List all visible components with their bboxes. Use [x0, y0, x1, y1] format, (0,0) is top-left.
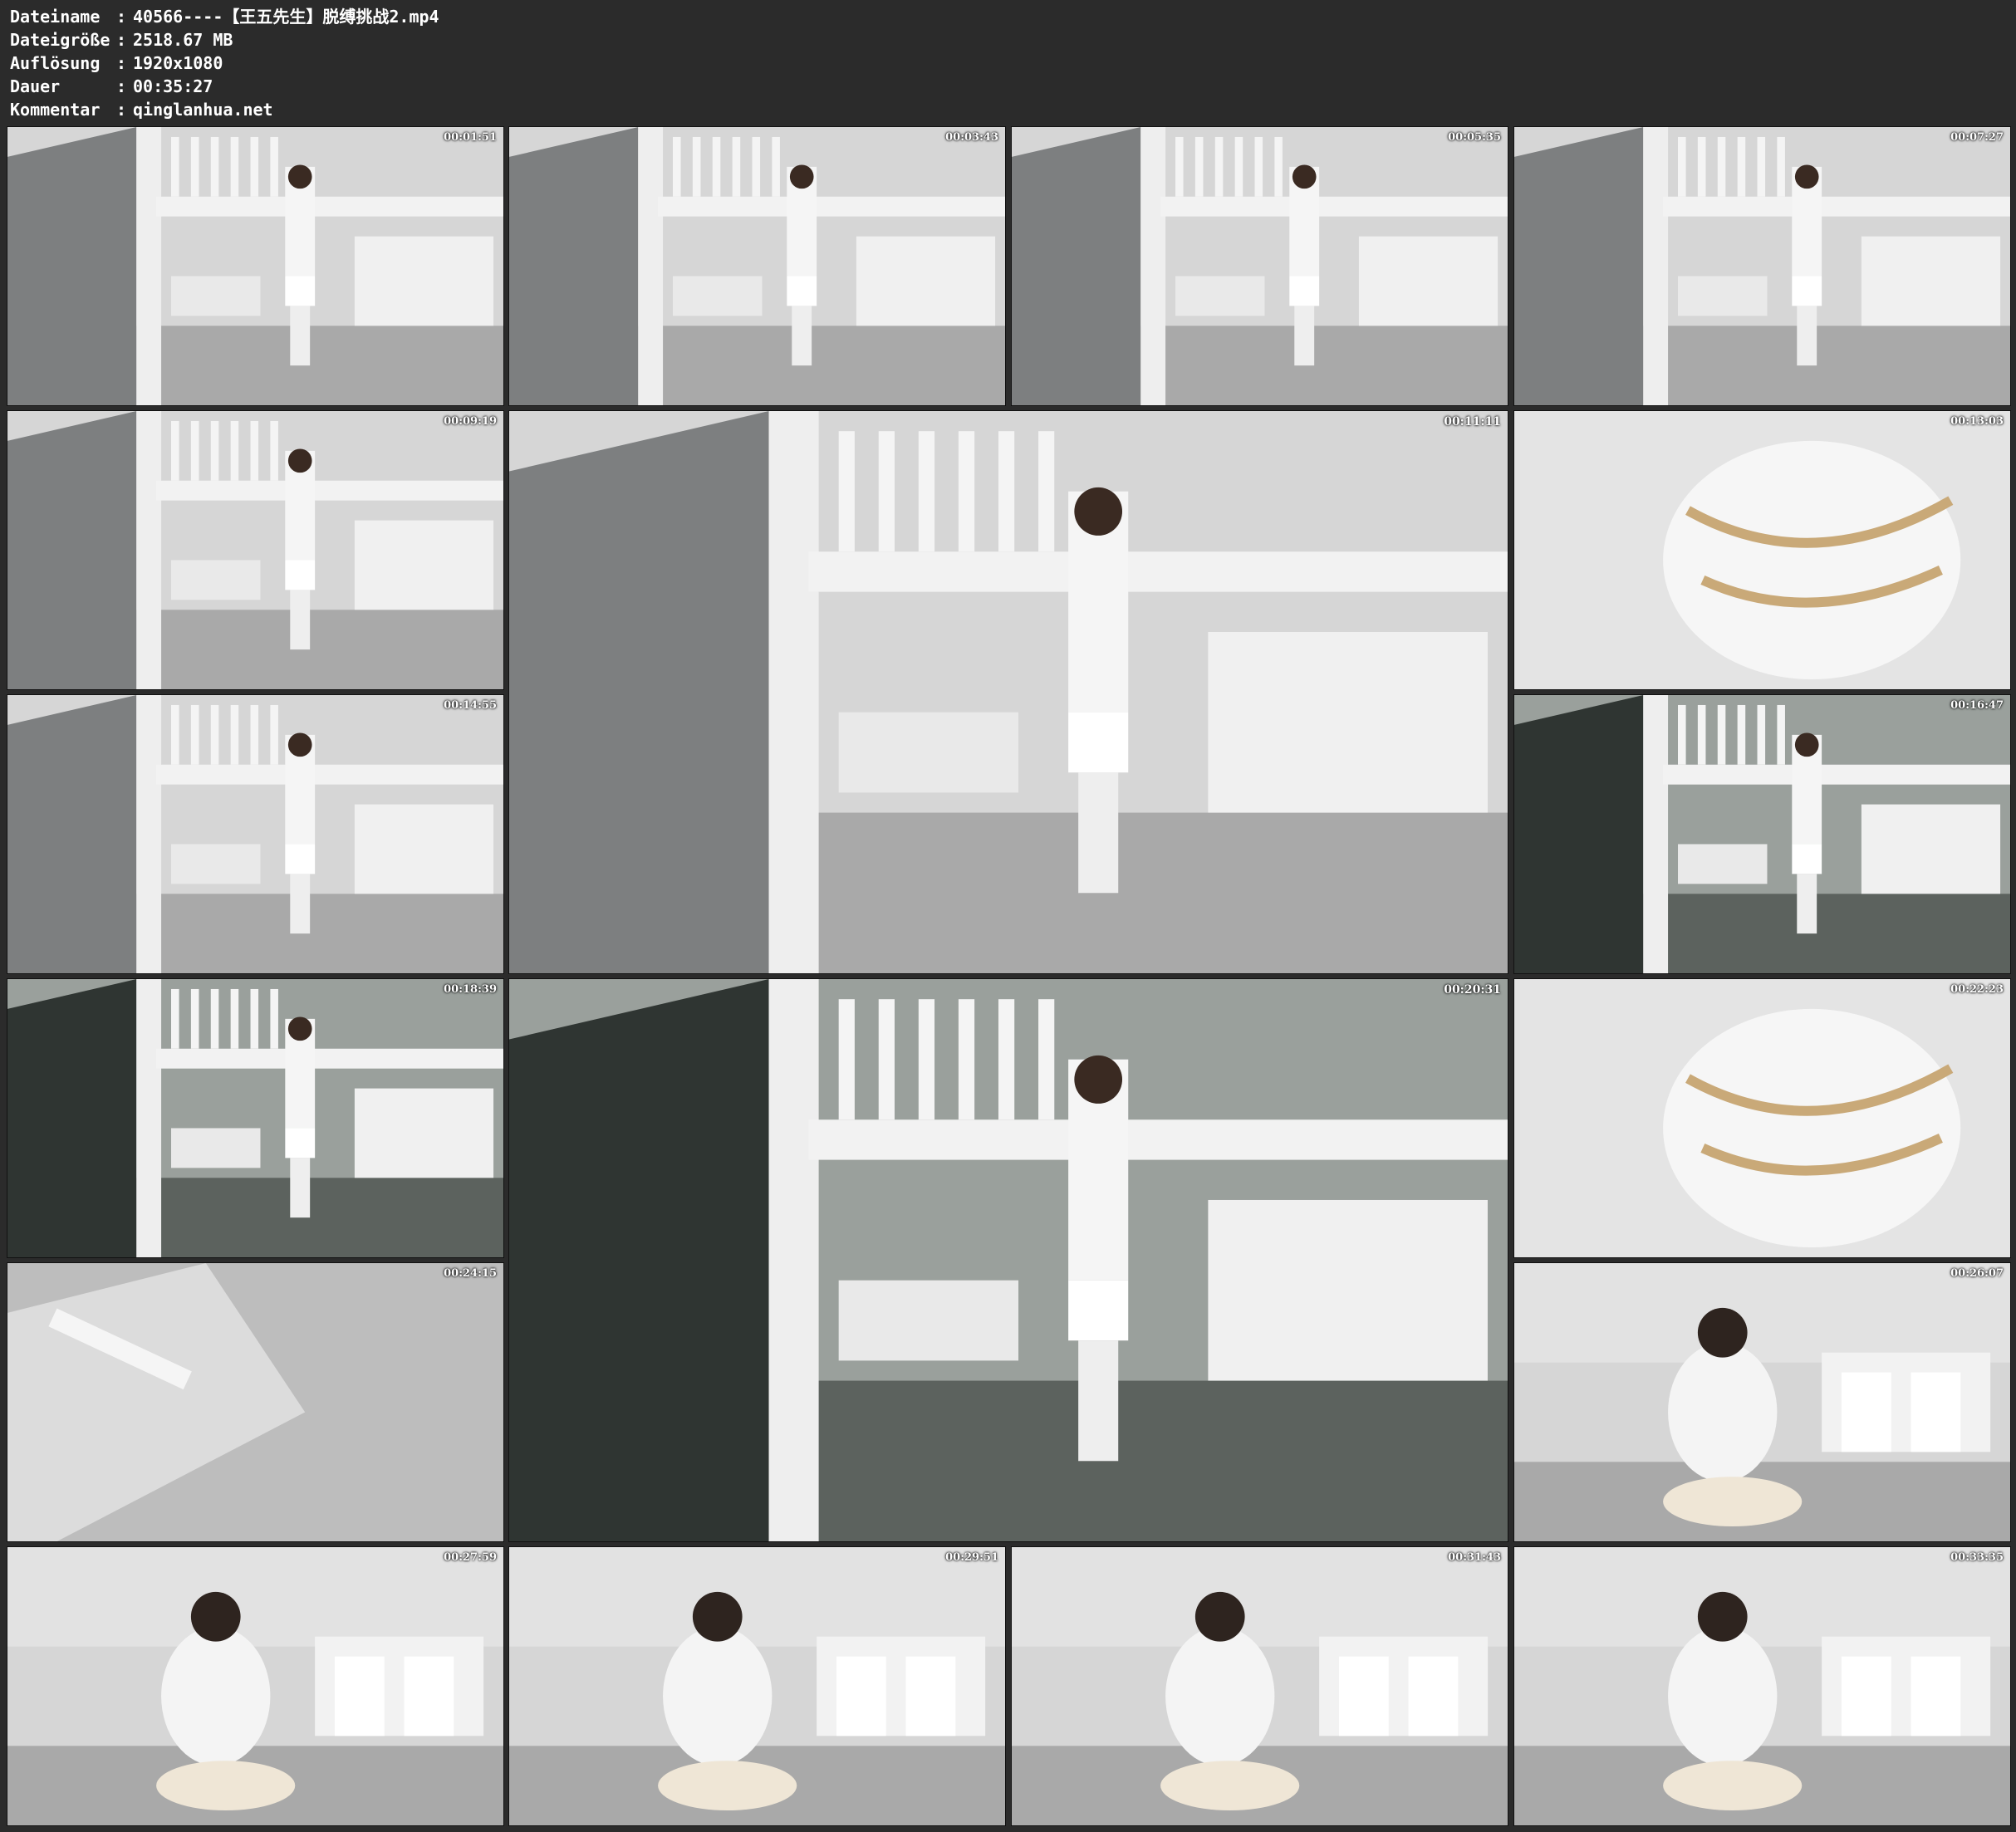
thumbnail-image: [1514, 1263, 2010, 1541]
thumbnail-timestamp: 00:11:11: [1444, 415, 1501, 429]
thumbnail-grid: 00:01:51 00:03:43 00:05:35 00:07:27 00:09:19…: [0, 0, 2016, 1832]
thumbnail-image: [7, 1263, 503, 1541]
thumbnail-timestamp: 00:07:27: [1950, 131, 2004, 144]
thumbnail-timestamp: 00:22:23: [1950, 983, 2004, 996]
thumbnail-timestamp: 00:27:59: [444, 1551, 497, 1564]
thumbnail-image: [7, 127, 503, 405]
video-thumbnail: 00:26:07: [1513, 1262, 2011, 1542]
thumbnail-image: [7, 695, 503, 973]
video-thumbnail: 00:01:51: [7, 126, 504, 406]
video-thumbnail: 00:11:11: [508, 410, 1508, 974]
thumbnail-timestamp: 00:24:15: [444, 1267, 497, 1280]
video-thumbnail: 00:18:39: [7, 978, 504, 1258]
video-thumbnail: 00:07:27: [1513, 126, 2011, 406]
thumbnail-image: [1514, 979, 2010, 1257]
video-thumbnail: 00:14:55: [7, 694, 504, 974]
video-thumbnail: 00:20:31: [508, 978, 1508, 1542]
thumbnail-timestamp: 00:03:43: [945, 131, 998, 144]
thumbnail-timestamp: 00:13:03: [1950, 415, 2004, 428]
thumbnail-image: [1514, 695, 2010, 973]
thumbnail-timestamp: 00:16:47: [1950, 699, 2004, 712]
thumbnail-timestamp: 00:31:43: [1448, 1551, 1501, 1564]
thumbnail-image: [509, 127, 1005, 405]
thumbnail-timestamp: 00:14:55: [444, 699, 497, 712]
thumbnail-image: [1012, 127, 1508, 405]
video-thumbnail: 00:24:15: [7, 1262, 504, 1542]
thumbnail-timestamp: 00:05:35: [1448, 131, 1501, 144]
thumbnail-image: [1514, 1547, 2010, 1825]
video-thumbnail: 00:03:43: [508, 126, 1006, 406]
thumbnail-timestamp: 00:09:19: [444, 415, 497, 428]
video-thumbnail: 00:27:59: [7, 1546, 504, 1826]
thumbnail-image: [509, 1547, 1005, 1825]
thumbnail-timestamp: 00:01:51: [444, 131, 497, 144]
video-thumbnail: 00:22:23: [1513, 978, 2011, 1258]
thumbnail-image: [1012, 1547, 1508, 1825]
video-thumbnail: 00:33:35: [1513, 1546, 2011, 1826]
thumbnail-image: [1514, 411, 2010, 689]
thumbnail-timestamp: 00:29:51: [945, 1551, 998, 1564]
thumbnail-image: [7, 1547, 503, 1825]
video-thumbnail: 00:31:43: [1011, 1546, 1508, 1826]
thumbnail-image: [7, 979, 503, 1257]
thumbnail-image: [7, 411, 503, 689]
thumbnail-image: [1514, 127, 2010, 405]
video-thumbnail: 00:29:51: [508, 1546, 1006, 1826]
thumbnail-timestamp: 00:20:31: [1444, 983, 1501, 997]
thumbnail-timestamp: 00:18:39: [444, 983, 497, 996]
video-thumbnail: 00:13:03: [1513, 410, 2011, 690]
thumbnail-timestamp: 00:26:07: [1950, 1267, 2004, 1280]
thumbnail-image: [509, 411, 1508, 973]
thumbnail-timestamp: 00:33:35: [1950, 1551, 2004, 1564]
video-thumbnail: 00:16:47: [1513, 694, 2011, 974]
video-thumbnail: 00:09:19: [7, 410, 504, 690]
thumbnail-image: [509, 979, 1508, 1541]
video-thumbnail: 00:05:35: [1011, 126, 1508, 406]
